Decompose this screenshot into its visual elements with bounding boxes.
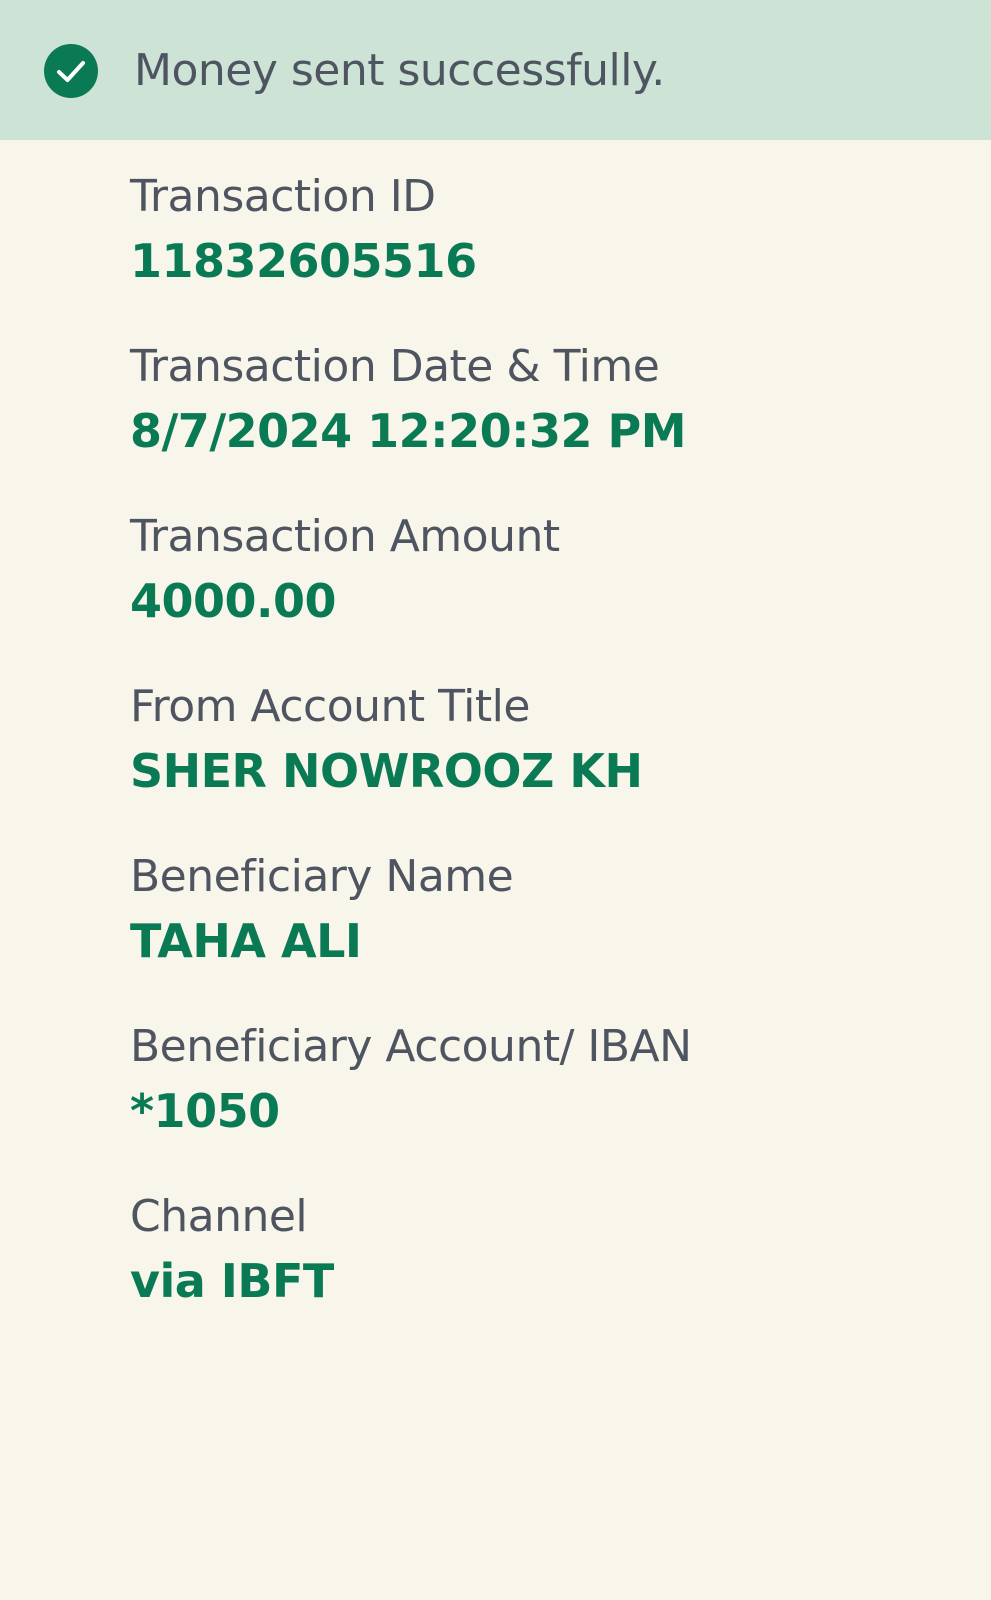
field-label: Channel	[130, 1191, 308, 1242]
field-beneficiary-name: Beneficiary Name TAHA ALI	[130, 846, 930, 1016]
field-value: 4000.00	[130, 574, 337, 628]
field-label: Transaction Date & Time	[130, 341, 660, 392]
field-beneficiary-account-iban: Beneficiary Account/ IBAN *1050	[130, 1016, 930, 1186]
field-from-account-title: From Account Title SHER NOWROOZ KH	[130, 676, 930, 846]
field-value: 8/7/2024 12:20:32 PM	[130, 404, 687, 458]
success-message: Money sent successfully.	[134, 45, 665, 96]
check-circle-icon	[44, 44, 98, 98]
field-label: Beneficiary Account/ IBAN	[130, 1021, 692, 1072]
field-label: From Account Title	[130, 681, 530, 732]
field-value: TAHA ALI	[130, 914, 362, 968]
field-label: Transaction ID	[130, 171, 436, 222]
field-label: Beneficiary Name	[130, 851, 514, 902]
field-label: Transaction Amount	[130, 511, 560, 562]
success-banner: Money sent successfully.	[0, 0, 991, 140]
field-transaction-id: Transaction ID 11832605516	[130, 166, 930, 336]
field-transaction-amount: Transaction Amount 4000.00	[130, 506, 930, 676]
field-channel: Channel via IBFT	[130, 1186, 930, 1356]
field-value: SHER NOWROOZ KH	[130, 744, 643, 798]
transaction-details: Transaction ID 11832605516 Transaction D…	[130, 166, 930, 1356]
field-value: 11832605516	[130, 234, 477, 288]
field-transaction-date-time: Transaction Date & Time 8/7/2024 12:20:3…	[130, 336, 930, 506]
field-value: *1050	[130, 1084, 280, 1138]
field-value: via IBFT	[130, 1254, 334, 1308]
